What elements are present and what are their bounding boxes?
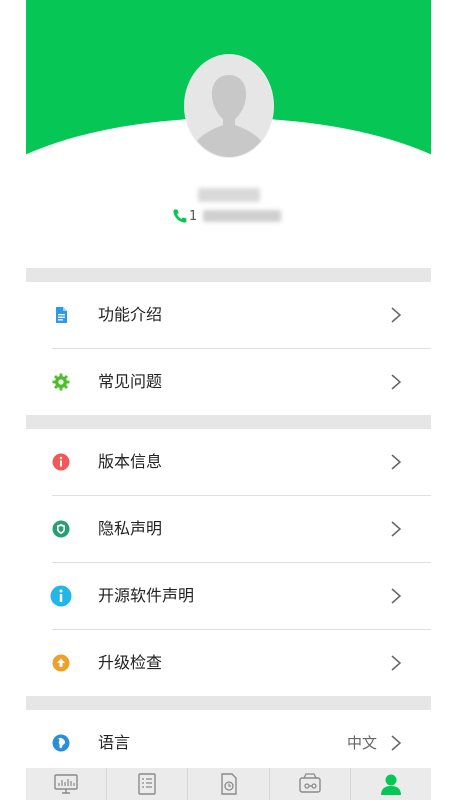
person-icon — [380, 774, 401, 795]
menu-item-label: 升级检查 — [98, 653, 163, 672]
avatar[interactable] — [184, 54, 274, 158]
list-tab[interactable] — [107, 768, 189, 800]
bottom-tab-bar — [26, 768, 431, 800]
menu-item-language[interactable]: 语言 中文 — [26, 710, 431, 776]
menu-item-faq[interactable]: 常见问题 — [26, 349, 431, 415]
document-icon — [52, 306, 70, 324]
phone-number-blurred — [203, 210, 282, 222]
report-tab[interactable] — [188, 768, 270, 800]
screen: 1 功能介绍 常见问题 版本信息 隐私声明 开源软件声明 升级检查 语言 中文 — [26, 0, 431, 800]
gear-icon — [52, 373, 70, 391]
menu-item-label: 语言 — [98, 733, 131, 752]
language-value: 中文 — [346, 734, 377, 752]
menu-item-label: 功能介绍 — [98, 305, 163, 324]
menu-item-privacy[interactable]: 隐私声明 — [26, 496, 431, 562]
menu-item-version-info[interactable]: 版本信息 — [26, 429, 431, 495]
monitor-icon — [54, 774, 78, 794]
chevron-right-icon — [391, 588, 402, 604]
phone-row: 1 — [172, 206, 282, 226]
person-silhouette-icon — [185, 55, 273, 157]
report-icon — [220, 773, 237, 795]
user-name-blurred — [198, 188, 260, 202]
shield-icon — [52, 520, 70, 538]
chevron-right-icon — [391, 655, 402, 671]
section-gap — [26, 415, 431, 429]
globe-icon — [52, 734, 70, 752]
phone-icon — [172, 208, 188, 224]
section-gap — [26, 696, 431, 710]
chevron-right-icon — [391, 735, 402, 751]
info-circle-icon — [50, 585, 72, 607]
section-gap — [26, 268, 431, 282]
menu-item-feature-intro[interactable]: 功能介绍 — [26, 282, 431, 348]
device-tab[interactable] — [270, 768, 351, 800]
menu-item-open-source[interactable]: 开源软件声明 — [26, 563, 431, 629]
list-icon — [138, 773, 156, 795]
chevron-right-icon — [391, 521, 402, 537]
chevron-right-icon — [391, 454, 402, 470]
menu-item-upgrade-check[interactable]: 升级检查 — [26, 630, 431, 696]
menu-item-label: 开源软件声明 — [98, 586, 195, 605]
upgrade-icon — [52, 654, 70, 672]
menu-item-label: 版本信息 — [98, 452, 163, 471]
monitor-tab[interactable] — [26, 768, 108, 800]
menu-item-label: 隐私声明 — [98, 519, 163, 538]
device-icon — [299, 773, 321, 793]
chevron-right-icon — [391, 374, 402, 390]
chevron-right-icon — [391, 307, 402, 323]
info-icon — [52, 453, 70, 471]
profile-tab[interactable] — [351, 768, 431, 800]
menu-item-label: 常见问题 — [98, 372, 163, 391]
phone-prefix: 1 — [189, 208, 198, 224]
